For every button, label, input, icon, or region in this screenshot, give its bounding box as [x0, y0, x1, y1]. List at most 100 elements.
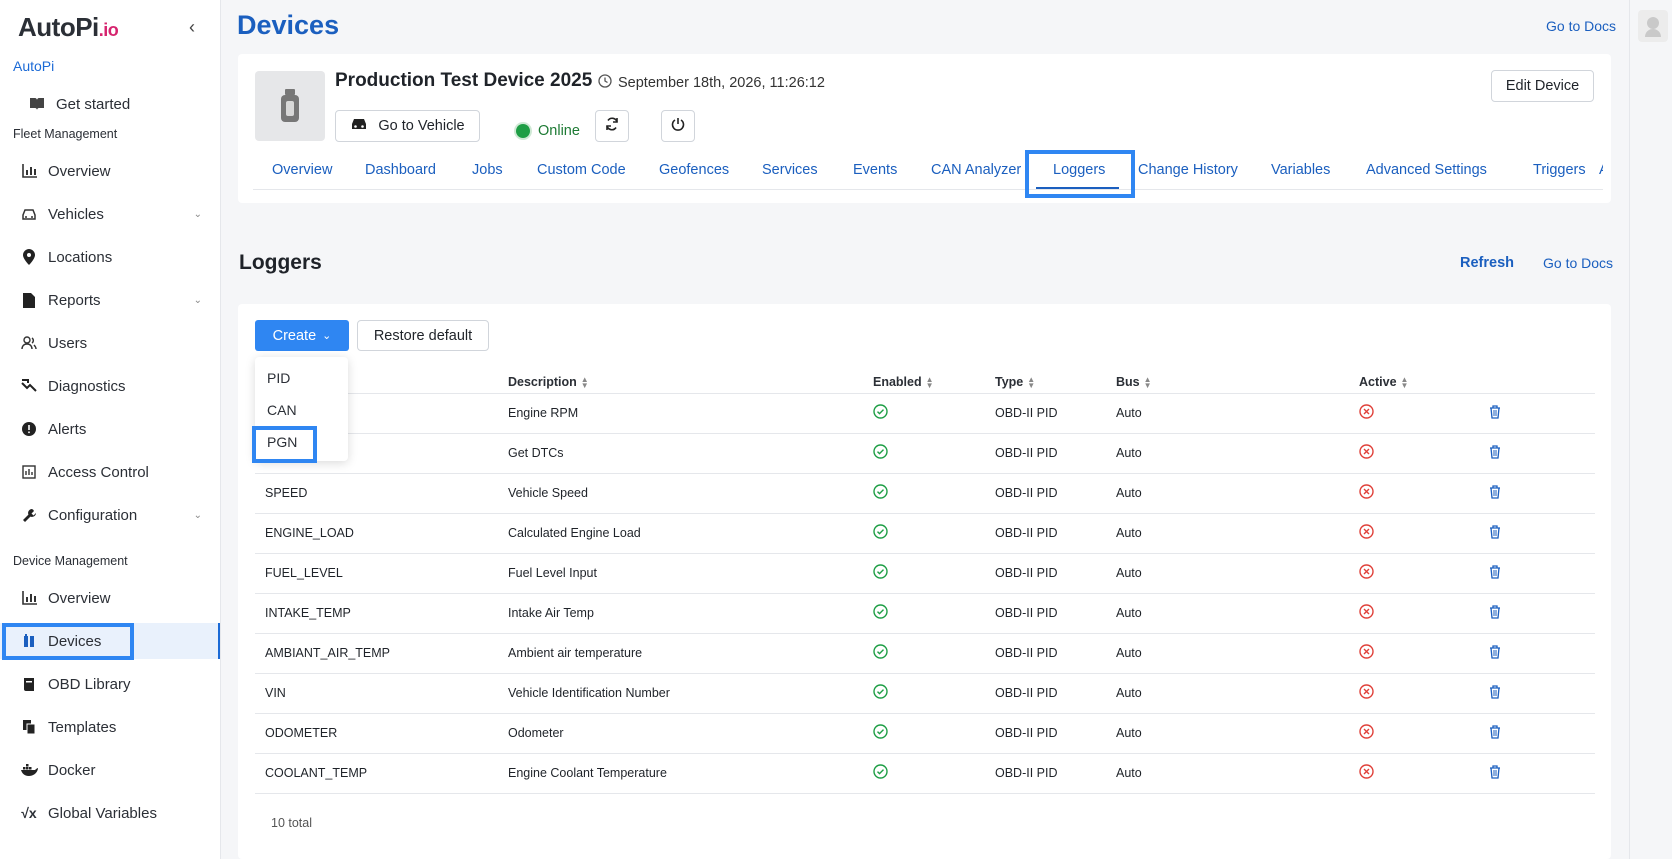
table-row[interactable]: SPEED Vehicle Speed OBD-II PID Auto [255, 473, 1595, 514]
trash-icon[interactable] [1489, 684, 1501, 702]
tab-can-analyzer[interactable]: CAN Analyzer [931, 162, 1021, 178]
trash-icon[interactable] [1489, 764, 1501, 782]
loggers-docs-link[interactable]: Go to Docs [1543, 255, 1613, 271]
sidebar-item-vehicles[interactable]: Vehicles ⌄ [0, 196, 220, 232]
actions-cell [1479, 753, 1595, 794]
create-can-option[interactable]: CAN [267, 402, 297, 418]
tab-more[interactable]: A [1599, 162, 1603, 178]
go-to-vehicle-button[interactable]: Go to Vehicle [335, 110, 480, 142]
active-cell [1349, 753, 1479, 794]
edit-device-button[interactable]: Edit Device [1491, 70, 1594, 102]
sort-icon: ▲ ▼ [1143, 374, 1152, 390]
x-circle-icon [1359, 684, 1374, 702]
create-button[interactable]: Create ⌄ [255, 320, 349, 351]
go-to-docs-link[interactable]: Go to Docs [1546, 18, 1616, 34]
refresh-icon [605, 117, 619, 135]
table-row[interactable]: INTAKE_TEMP Intake Air Temp OBD-II PID Auto [255, 593, 1595, 634]
logger-name: ODOMETER [255, 713, 498, 754]
autopi-logo[interactable]: AutoPi.io [18, 12, 119, 43]
trash-icon[interactable] [1489, 644, 1501, 662]
check-circle-icon [873, 604, 888, 622]
table-row[interactable]: Get DTCs OBD-II PID Auto [255, 433, 1595, 474]
x-circle-icon [1359, 604, 1374, 622]
sidebar-item-access-control[interactable]: Access Control [0, 454, 220, 490]
sidebar-item-reports[interactable]: Reports ⌄ [0, 282, 220, 318]
logger-type: OBD-II PID [985, 433, 1106, 474]
sidebar-item-configuration[interactable]: Configuration ⌄ [0, 497, 220, 533]
enabled-cell [863, 393, 985, 434]
right-rail [1629, 0, 1672, 859]
sort-icon: ▲ ▼ [1400, 374, 1409, 390]
loggers-table: Description ▲ ▼ Enabled ▲ ▼ Type ▲ ▼ Bus ▲ ▼ Act… [255, 375, 1595, 794]
sidebar-item-alerts[interactable]: Alerts [0, 411, 220, 447]
tab-custom-code[interactable]: Custom Code [537, 162, 626, 178]
sidebar-item-diagnostics[interactable]: Diagnostics [0, 368, 220, 404]
sync-button[interactable] [595, 110, 629, 142]
tab-events[interactable]: Events [853, 162, 897, 178]
sidebar-item-device-overview[interactable]: Overview [0, 580, 220, 616]
avatar[interactable] [1638, 10, 1668, 42]
tab-variables[interactable]: Variables [1271, 162, 1330, 178]
car-icon [20, 205, 38, 223]
check-circle-icon [873, 484, 888, 502]
page-title: Devices [237, 10, 340, 40]
trash-icon[interactable] [1489, 564, 1501, 582]
trash-icon[interactable] [1489, 524, 1501, 542]
org-name[interactable]: AutoPi [13, 58, 54, 74]
tab-change-history[interactable]: Change History [1138, 162, 1238, 178]
power-button[interactable] [661, 110, 695, 142]
table-row[interactable]: ENGINE_LOAD Calculated Engine Load OBD-II … [255, 513, 1595, 554]
logger-name: AMBIANT_AIR_TEMP [255, 633, 498, 674]
sidebar-item-fleet-overview[interactable]: Overview [0, 153, 220, 189]
table-row[interactable]: COOLANT_TEMP Engine Coolant Temperature OB… [255, 753, 1595, 794]
tab-jobs[interactable]: Jobs [472, 162, 503, 178]
copy-icon [20, 718, 38, 736]
col-description[interactable]: Description ▲ ▼ [498, 375, 863, 394]
col-enabled[interactable]: Enabled ▲ ▼ [863, 375, 985, 394]
tab-geofences[interactable]: Geofences [659, 162, 729, 178]
active-cell [1349, 473, 1479, 514]
sidebar: AutoPi.io ‹ AutoPi Get started Fleet Man… [0, 0, 221, 859]
create-pid-option[interactable]: PID [267, 370, 290, 386]
tab-services[interactable]: Services [762, 162, 818, 178]
trash-icon[interactable] [1489, 724, 1501, 742]
sidebar-item-docker[interactable]: Docker [0, 752, 220, 788]
sidebar-item-templates[interactable]: Templates [0, 709, 220, 745]
trash-icon[interactable] [1489, 604, 1501, 622]
trash-icon[interactable] [1489, 484, 1501, 502]
logger-name: FUEL_LEVEL [255, 553, 498, 594]
table-row[interactable]: VIN Vehicle Identification Number OBD-II P… [255, 673, 1595, 714]
table-row[interactable]: Engine RPM OBD-II PID Auto [255, 393, 1595, 434]
active-tab-indicator [1036, 187, 1119, 189]
chevron-down-icon: ⌄ [193, 208, 202, 220]
restore-default-button[interactable]: Restore default [357, 320, 489, 351]
col-bus[interactable]: Bus ▲ ▼ [1106, 374, 1349, 394]
tab-overview[interactable]: Overview [272, 162, 332, 178]
stethoscope-icon [20, 377, 38, 395]
logger-name: SPEED [255, 473, 498, 514]
table-row[interactable]: ODOMETER Odometer OBD-II PID Auto [255, 713, 1595, 754]
create-pgn-option[interactable]: PGN [267, 434, 297, 450]
enabled-cell [863, 713, 985, 754]
tab-triggers[interactable]: Triggers [1533, 162, 1586, 178]
col-type[interactable]: Type ▲ ▼ [985, 375, 1106, 394]
tab-advanced-settings[interactable]: Advanced Settings [1366, 162, 1487, 178]
sidebar-item-obd-library[interactable]: OBD Library [0, 666, 220, 702]
table-row[interactable]: AMBIANT_AIR_TEMP Ambient air temperature O… [255, 633, 1595, 674]
trash-icon[interactable] [1489, 404, 1501, 422]
trash-icon[interactable] [1489, 444, 1501, 462]
tab-loggers[interactable]: Loggers [1053, 162, 1105, 178]
active-cell [1349, 553, 1479, 594]
actions-cell [1479, 433, 1595, 474]
col-active[interactable]: Active ▲ ▼ [1349, 374, 1479, 394]
refresh-link[interactable]: Refresh [1460, 255, 1514, 271]
sidebar-item-devices[interactable]: Devices [0, 623, 220, 659]
sidebar-item-locations[interactable]: Locations [0, 239, 220, 275]
sidebar-item-get-started[interactable]: Get started [0, 86, 220, 122]
alert-icon [20, 420, 38, 438]
table-row[interactable]: FUEL_LEVEL Fuel Level Input OBD-II PID Auto [255, 553, 1595, 594]
tab-dashboard[interactable]: Dashboard [365, 162, 436, 178]
sidebar-item-global-variables[interactable]: √x Global Variables [0, 795, 220, 831]
sidebar-item-users[interactable]: Users [0, 325, 220, 361]
collapse-sidebar-icon[interactable]: ‹ [182, 16, 202, 38]
